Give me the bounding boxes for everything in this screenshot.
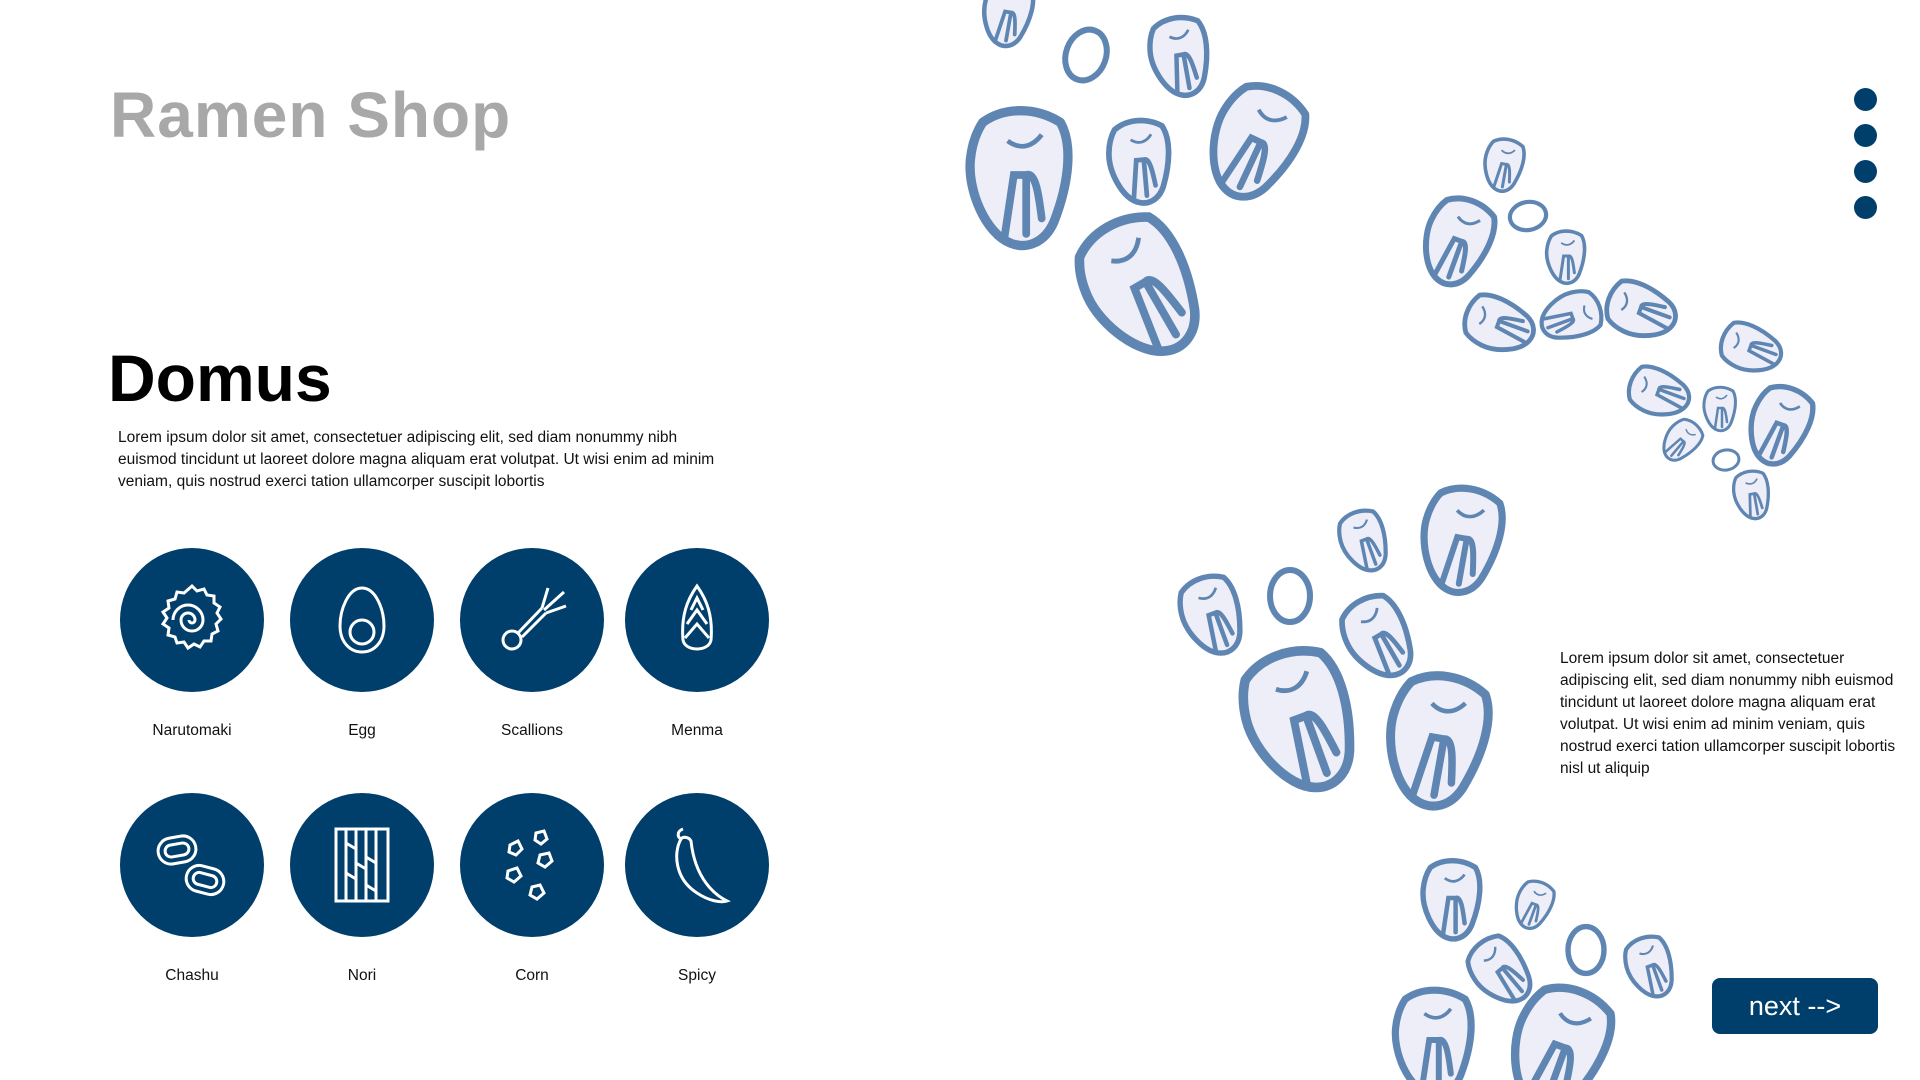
topping-label: Nori <box>347 967 377 984</box>
page-dot-4[interactable] <box>1854 196 1877 219</box>
topping-egg[interactable]: Egg <box>282 548 442 740</box>
topping-label: Corn <box>515 967 549 984</box>
page-dot-2[interactable] <box>1854 124 1877 147</box>
page-dot-3[interactable] <box>1854 160 1877 183</box>
nori-icon <box>334 827 390 903</box>
topping-narutomaki[interactable]: Narutomaki <box>112 548 272 740</box>
next-button[interactable]: next --> <box>1712 978 1878 1034</box>
topping-chashu[interactable]: Chashu <box>112 793 272 985</box>
intro-paragraph: Lorem ipsum dolor sit amet, consectetuer… <box>118 429 715 490</box>
topping-button[interactable] <box>120 548 264 692</box>
topping-button[interactable] <box>625 793 769 937</box>
topping-label: Menma <box>671 722 723 739</box>
topping-spicy[interactable]: Spicy <box>617 793 777 985</box>
topping-label: Chashu <box>165 967 219 984</box>
toppings-grid: Narutomaki Egg Scallions Menma Chashu No… <box>112 548 772 988</box>
corn-kernels-illustration <box>930 0 1920 1080</box>
topping-scallions[interactable]: Scallions <box>452 548 612 740</box>
topping-label: Narutomaki <box>152 722 232 739</box>
chashu-icon <box>156 834 226 897</box>
page-heading: Domus <box>108 341 332 415</box>
side-paragraph: Lorem ipsum dolor sit amet, consectetuer… <box>1560 650 1896 777</box>
topping-corn[interactable]: Corn <box>452 793 612 985</box>
topping-label: Scallions <box>500 722 564 739</box>
topping-button[interactable] <box>290 548 434 692</box>
topping-label: Egg <box>348 722 376 739</box>
topping-button[interactable] <box>120 793 264 937</box>
chili-pepper-icon <box>675 827 731 904</box>
narutomaki-icon <box>160 583 223 651</box>
menma-icon <box>681 583 713 651</box>
scallion-icon <box>501 587 567 651</box>
corn-icon <box>505 829 554 901</box>
topping-nori[interactable]: Nori <box>282 793 442 985</box>
egg-icon <box>338 586 386 654</box>
topping-button[interactable] <box>460 793 604 937</box>
topping-button[interactable] <box>625 548 769 692</box>
topping-label: Spicy <box>678 967 716 984</box>
page-indicator <box>1854 88 1878 232</box>
shop-title: Ramen Shop <box>110 79 512 151</box>
topping-menma[interactable]: Menma <box>617 548 777 740</box>
topping-button[interactable] <box>290 793 434 937</box>
page-dot-1[interactable] <box>1854 88 1877 111</box>
topping-button[interactable] <box>460 548 604 692</box>
